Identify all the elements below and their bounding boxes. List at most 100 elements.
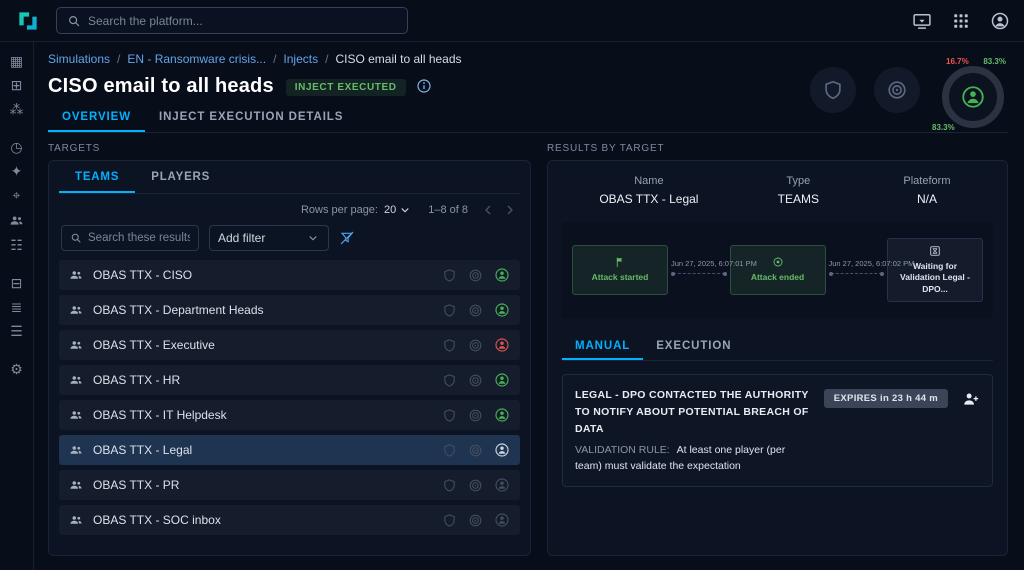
tab-overview[interactable]: OVERVIEW xyxy=(48,102,145,132)
attack-timeline: Attack started Jun 27, 2025, 6:07:01 PM … xyxy=(562,222,993,318)
global-score-donut[interactable]: 16.7% 83.3% 83.3% xyxy=(942,66,1004,128)
filter-bar: Add filter xyxy=(59,218,520,260)
human-response-status-icon xyxy=(494,337,510,353)
info-icon[interactable] xyxy=(416,78,432,94)
cast-screen-icon[interactable] xyxy=(912,11,932,31)
timeline-connector: Jun 27, 2025, 6:07:01 PM xyxy=(671,259,727,281)
rows-per-page-select[interactable]: 20 xyxy=(384,203,412,217)
integrations-icon[interactable]: ☰ xyxy=(8,324,26,338)
previous-page-icon[interactable] xyxy=(480,202,496,218)
simulations-icon[interactable]: ⊞ xyxy=(8,78,26,92)
breadcrumb-simulation-name[interactable]: EN - Ransomware crisis... xyxy=(127,52,283,66)
team-name: OBAS TTX - Legal xyxy=(93,443,192,457)
tab-execution[interactable]: EXECUTION xyxy=(643,332,744,360)
flag-icon xyxy=(614,256,626,268)
openbas-logo-icon xyxy=(15,8,41,34)
dashboard-icon[interactable]: ▦ xyxy=(8,54,26,68)
timeline-step-attack-started[interactable]: Attack started xyxy=(572,245,668,295)
prevention-shield-icon xyxy=(442,373,457,388)
detection-bullseye-icon xyxy=(468,478,483,493)
team-row[interactable]: OBAS TTX - Executive xyxy=(59,330,520,360)
people-icon xyxy=(9,213,24,228)
add-filter-select[interactable]: Add filter xyxy=(209,225,329,251)
team-row[interactable]: OBAS TTX - Department Heads xyxy=(59,295,520,325)
validation-rule-label: VALIDATION RULE: xyxy=(575,444,670,456)
team-icon xyxy=(69,303,83,317)
breadcrumb-injects[interactable]: Injects xyxy=(283,52,335,66)
target-dot-icon xyxy=(772,256,784,268)
team-row[interactable]: OBAS TTX - HR xyxy=(59,365,520,395)
prevention-score-button[interactable] xyxy=(810,67,856,113)
team-name: OBAS TTX - Department Heads xyxy=(93,303,264,317)
team-row[interactable]: OBAS TTX - IT Helpdesk xyxy=(59,400,520,430)
timeline-timestamp: Jun 27, 2025, 6:07:02 PM xyxy=(829,259,885,268)
name-label: Name xyxy=(562,175,736,187)
timeline-step-attack-ended[interactable]: Attack ended xyxy=(730,245,826,295)
settings-icon[interactable]: ⚙ xyxy=(8,362,26,376)
prevention-shield-icon xyxy=(442,268,457,283)
team-name: OBAS TTX - CISO xyxy=(93,268,192,282)
team-icon xyxy=(69,408,83,422)
team-row[interactable]: OBAS TTX - Legal xyxy=(59,435,520,465)
detection-bullseye-icon xyxy=(468,408,483,423)
top-bar xyxy=(0,0,1024,42)
targets-panel: TEAMS PLAYERS Rows per page: 20 1–8 of 8 xyxy=(48,160,531,556)
human-response-status-icon xyxy=(494,442,510,458)
atomic-testings-icon[interactable]: ⁂ xyxy=(8,102,26,116)
score-label-success-top: 83.3% xyxy=(983,57,1006,66)
results-search[interactable] xyxy=(61,225,199,251)
type-label: Type xyxy=(736,175,861,187)
validate-person-add-icon[interactable] xyxy=(962,390,980,408)
apps-grid-icon[interactable] xyxy=(952,12,970,30)
main-content: Simulations EN - Ransomware crisis... In… xyxy=(34,42,1024,570)
human-response-status-icon xyxy=(494,407,510,423)
scenarios-icon[interactable]: ◷ xyxy=(8,140,26,154)
expectation-title: LEGAL - DPO CONTACTED THE AUTHORITY TO N… xyxy=(575,387,812,437)
documents-icon[interactable]: ⊟ xyxy=(8,276,26,290)
team-name: OBAS TTX - Executive xyxy=(93,338,215,352)
team-row[interactable]: OBAS TTX - SOC inbox xyxy=(59,505,520,535)
channels-icon[interactable]: ≣ xyxy=(8,300,26,314)
team-icon xyxy=(69,338,83,352)
timeline-dashed-line xyxy=(673,273,725,274)
tab-inject-execution-details[interactable]: INJECT EXECUTION DETAILS xyxy=(145,102,357,132)
add-filter-label: Add filter xyxy=(218,231,265,245)
results-tabs: MANUAL EXECUTION xyxy=(562,332,993,361)
team-row[interactable]: OBAS TTX - PR xyxy=(59,470,520,500)
timeline-step-waiting-validation[interactable]: Waiting for Validation Legal - DPO... xyxy=(887,238,983,302)
chevron-down-icon xyxy=(306,231,320,245)
status-badge: INJECT EXECUTED xyxy=(286,79,406,96)
platform-search[interactable] xyxy=(56,7,408,34)
account-icon[interactable] xyxy=(990,11,1010,31)
expires-badge: EXPIRES in 23 h 44 m xyxy=(824,389,948,408)
tab-teams[interactable]: TEAMS xyxy=(59,161,135,193)
tab-manual[interactable]: MANUAL xyxy=(562,332,643,360)
search-icon xyxy=(67,14,81,28)
page-title: CISO email to all heads xyxy=(48,75,274,98)
prevention-shield-icon xyxy=(442,478,457,493)
detection-score-button[interactable] xyxy=(874,67,920,113)
challenges-icon[interactable]: ⌖ xyxy=(8,188,26,202)
organizations-icon[interactable]: ☷ xyxy=(8,238,26,252)
detection-bullseye-icon xyxy=(468,443,483,458)
hourglass-icon xyxy=(929,245,941,257)
team-row[interactable]: OBAS TTX - CISO xyxy=(59,260,520,290)
topbar-actions xyxy=(912,11,1010,31)
platform-search-input[interactable] xyxy=(88,14,397,28)
team-name: OBAS TTX - PR xyxy=(93,478,179,492)
assets-icon[interactable]: ✦ xyxy=(8,164,26,178)
search-icon xyxy=(70,232,82,244)
chevron-down-icon xyxy=(398,203,412,217)
tab-players[interactable]: PLAYERS xyxy=(135,161,226,193)
team-icon xyxy=(69,443,83,457)
next-page-icon[interactable] xyxy=(502,202,518,218)
breadcrumb-simulations[interactable]: Simulations xyxy=(48,52,127,66)
type-value: TEAMS xyxy=(736,192,861,206)
results-search-input[interactable] xyxy=(88,232,190,244)
clear-filters-icon[interactable] xyxy=(339,230,355,246)
prevention-shield-icon xyxy=(442,443,457,458)
teams-icon[interactable] xyxy=(8,212,26,228)
app-logo[interactable] xyxy=(14,7,42,35)
human-response-status-icon xyxy=(494,512,510,528)
pagination-bar: Rows per page: 20 1–8 of 8 xyxy=(59,194,520,218)
